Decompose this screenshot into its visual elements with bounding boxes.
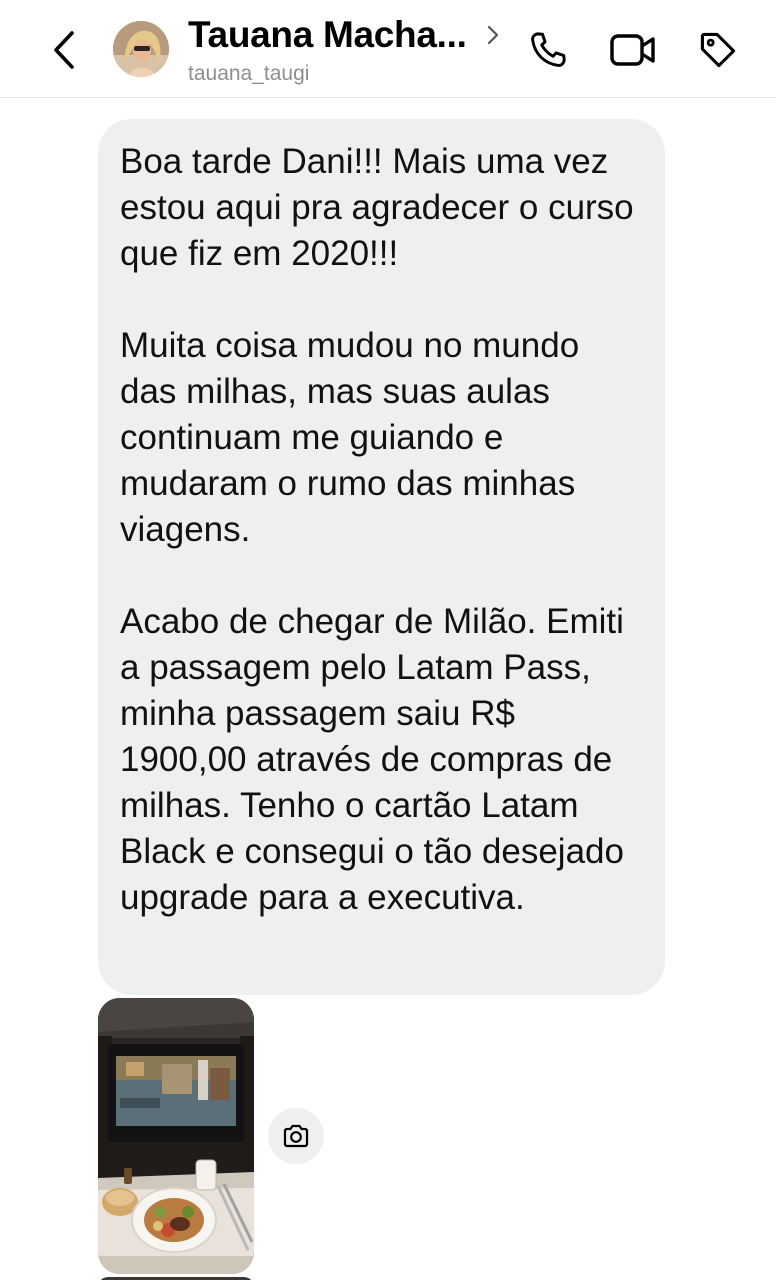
back-button[interactable]	[44, 26, 84, 74]
phone-icon	[531, 32, 566, 67]
tag-icon	[700, 32, 736, 68]
photo-attachment[interactable]	[98, 998, 254, 1274]
message-paragraph: Muita coisa mudou no mundo das milhas, m…	[120, 326, 580, 549]
inflight-meal-photo	[98, 998, 254, 1274]
chevron-right-icon[interactable]	[486, 24, 500, 51]
video-call-button[interactable]	[609, 26, 657, 74]
camera-icon	[283, 1124, 309, 1148]
message-paragraph: Boa tarde Dani!!! Mais uma vez estou aqu…	[120, 142, 634, 273]
message-bubble[interactable]: Boa tarde Dani!!! Mais uma vez estou aqu…	[98, 119, 665, 995]
video-camera-icon	[610, 34, 655, 66]
contact-name[interactable]: Tauana Macha...	[188, 14, 467, 56]
avatar[interactable]	[113, 21, 169, 77]
back-chevron-icon	[54, 31, 74, 69]
chat-header: Tauana Macha... tauana_taugi	[0, 0, 776, 98]
message-paragraph: Acabo de chegar de Milão. Emiti a passag…	[120, 602, 624, 917]
contact-username: tauana_taugi	[188, 62, 310, 85]
tag-button[interactable]	[694, 26, 742, 74]
camera-reply-button[interactable]	[268, 1108, 324, 1164]
avatar-photo	[113, 21, 169, 77]
audio-call-button[interactable]	[524, 26, 572, 74]
